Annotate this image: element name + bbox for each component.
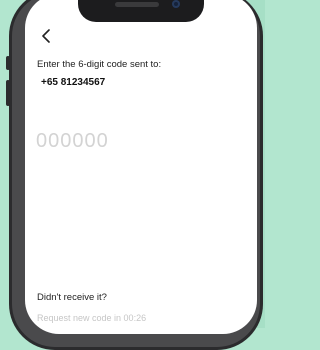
not-received-text: Didn't receive it? [37, 292, 107, 303]
chevron-left-icon [42, 29, 50, 43]
back-button[interactable] [37, 27, 55, 45]
front-camera-icon [172, 0, 180, 8]
code-prompt-text: Enter the 6-digit code sent to: [37, 59, 162, 70]
otp-code-input[interactable] [36, 128, 156, 154]
phone-number: +65 81234567 [41, 77, 106, 88]
silent-switch [6, 56, 10, 70]
volume-up-button [6, 80, 10, 106]
phone-screen [25, 0, 257, 334]
notch [78, 0, 204, 22]
speaker-grille [115, 2, 159, 7]
request-new-code-link[interactable]: Request new code in 00:26 [37, 313, 146, 323]
